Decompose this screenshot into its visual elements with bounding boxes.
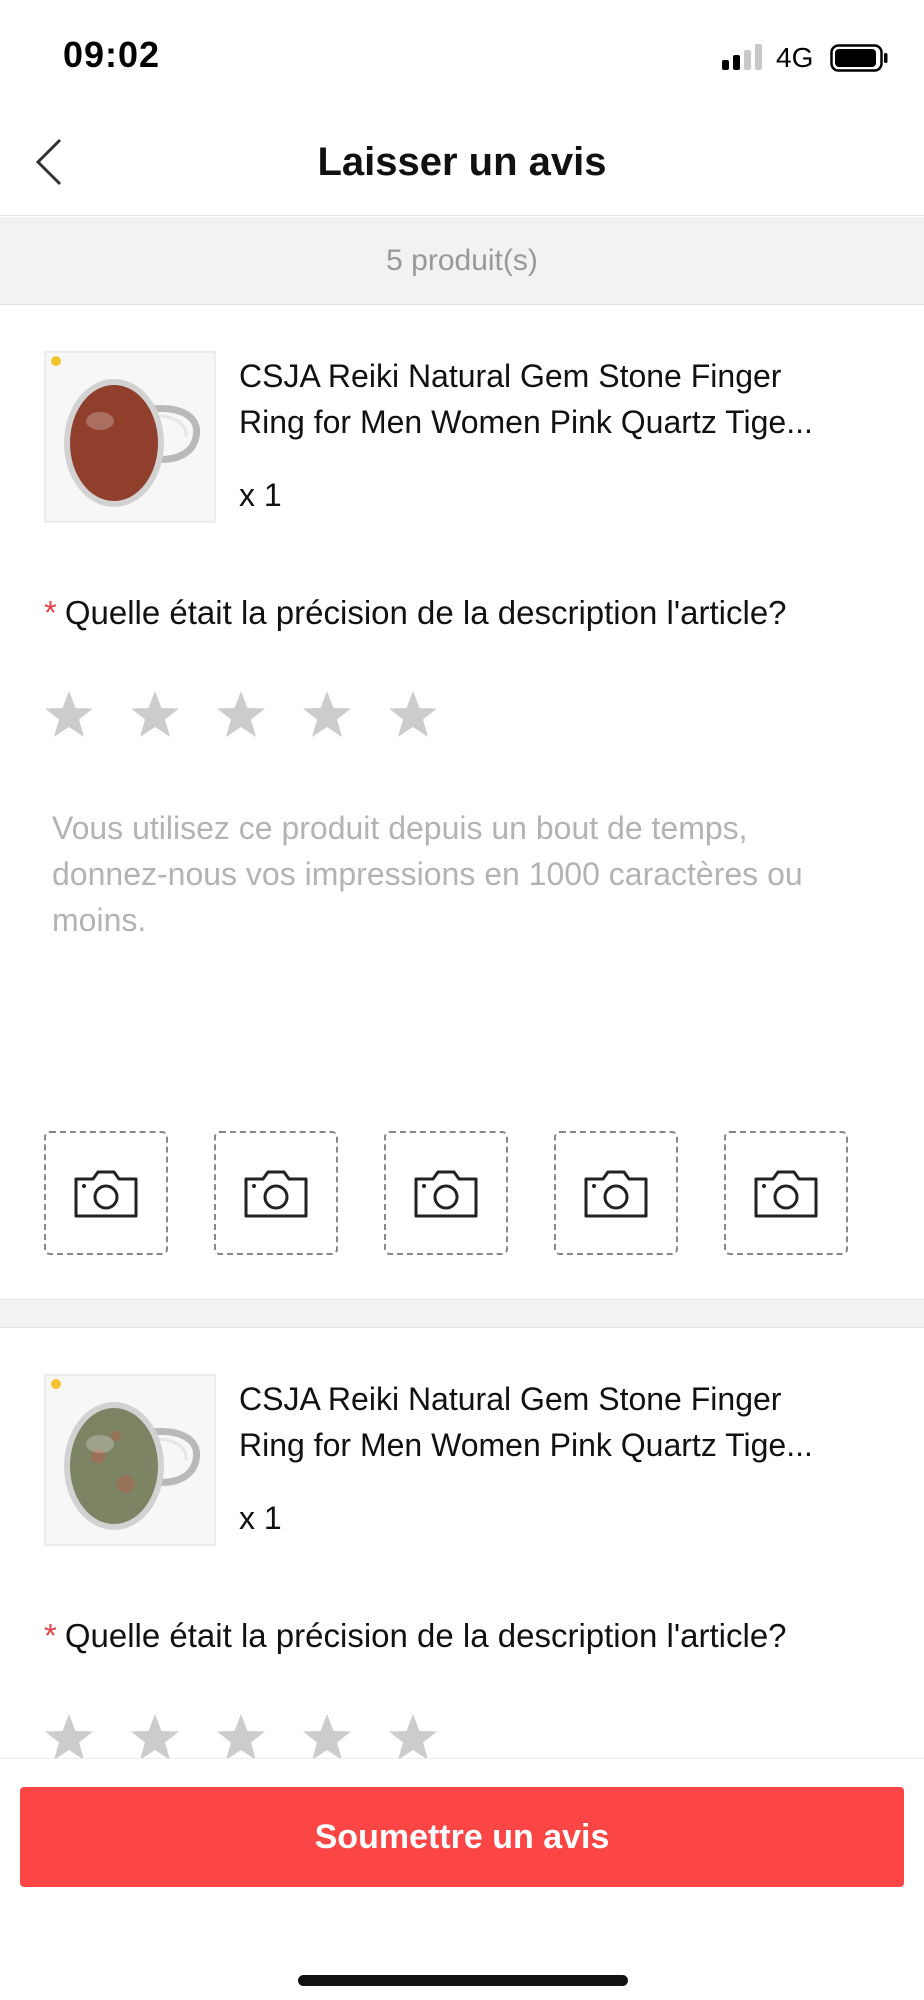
product-name[interactable]: CSJA Reiki Natural Gem Stone Finger Ring… xyxy=(239,1376,884,1468)
add-photo-button[interactable] xyxy=(384,1131,508,1255)
bottom-action-bar: Soumettre un avis xyxy=(0,1758,924,2000)
camera-icon xyxy=(414,1170,478,1218)
battery-icon xyxy=(830,44,888,72)
nav-bar: Laisser un avis xyxy=(0,110,924,216)
rating-question: * Quelle était la précision de la descrip… xyxy=(44,1617,787,1655)
product-count-strip: 5 produit(s) xyxy=(0,217,924,305)
star-icon[interactable] xyxy=(42,689,96,743)
stone-shape xyxy=(70,385,158,501)
home-indicator xyxy=(298,1975,628,1986)
product-quantity: x 1 xyxy=(239,1500,282,1536)
star-icon[interactable] xyxy=(128,689,182,743)
rating-question: * Quelle était la précision de la descrip… xyxy=(44,594,787,632)
required-marker: * xyxy=(44,594,57,631)
rating-question-text: Quelle était la précision de la descript… xyxy=(64,594,787,631)
product-name-line-1: CSJA Reiki Natural Gem Stone Finger xyxy=(239,1381,782,1417)
required-marker: * xyxy=(44,1617,57,1654)
product-count: 5 produit(s) xyxy=(386,244,538,277)
add-photo-button[interactable] xyxy=(44,1131,168,1255)
product-quantity: x 1 xyxy=(239,477,282,513)
product-name[interactable]: CSJA Reiki Natural Gem Stone Finger Ring… xyxy=(239,353,884,445)
add-photo-button[interactable] xyxy=(214,1131,338,1255)
network-type: 4G xyxy=(776,42,814,73)
signal-strength-icon xyxy=(722,44,766,70)
star-icon[interactable] xyxy=(386,689,440,743)
add-photo-button[interactable] xyxy=(724,1131,848,1255)
camera-icon xyxy=(584,1170,648,1218)
section-divider xyxy=(0,1299,924,1328)
status-time: 09:02 xyxy=(63,34,161,75)
product-name-line-2: Ring for Men Women Pink Quartz Tige... xyxy=(239,404,813,440)
camera-icon xyxy=(754,1170,818,1218)
product-review-card: CSJA Reiki Natural Gem Stone Finger Ring… xyxy=(0,305,924,1299)
add-photo-button[interactable] xyxy=(554,1131,678,1255)
star-icon[interactable] xyxy=(214,689,268,743)
camera-icon xyxy=(244,1170,308,1218)
product-name-line-2: Ring for Men Women Pink Quartz Tige... xyxy=(239,1427,813,1463)
stone-shape xyxy=(70,1408,158,1524)
product-thumbnail[interactable] xyxy=(44,1374,216,1546)
rating-question-text: Quelle était la précision de la descript… xyxy=(64,1617,787,1654)
product-name-line-1: CSJA Reiki Natural Gem Stone Finger xyxy=(239,358,782,394)
submit-review-button[interactable]: Soumettre un avis xyxy=(20,1787,904,1887)
page-title: Laisser un avis xyxy=(317,140,607,184)
star-icon[interactable] xyxy=(300,689,354,743)
product-thumbnail[interactable] xyxy=(44,351,216,523)
photo-upload-row xyxy=(44,1131,894,1255)
camera-icon xyxy=(74,1170,138,1218)
product-review-card: CSJA Reiki Natural Gem Stone Finger Ring… xyxy=(0,1328,924,1760)
status-bar: 09:02 4G xyxy=(0,0,924,110)
review-textarea[interactable]: Vous utilisez ce produit depuis un bout … xyxy=(52,805,872,943)
